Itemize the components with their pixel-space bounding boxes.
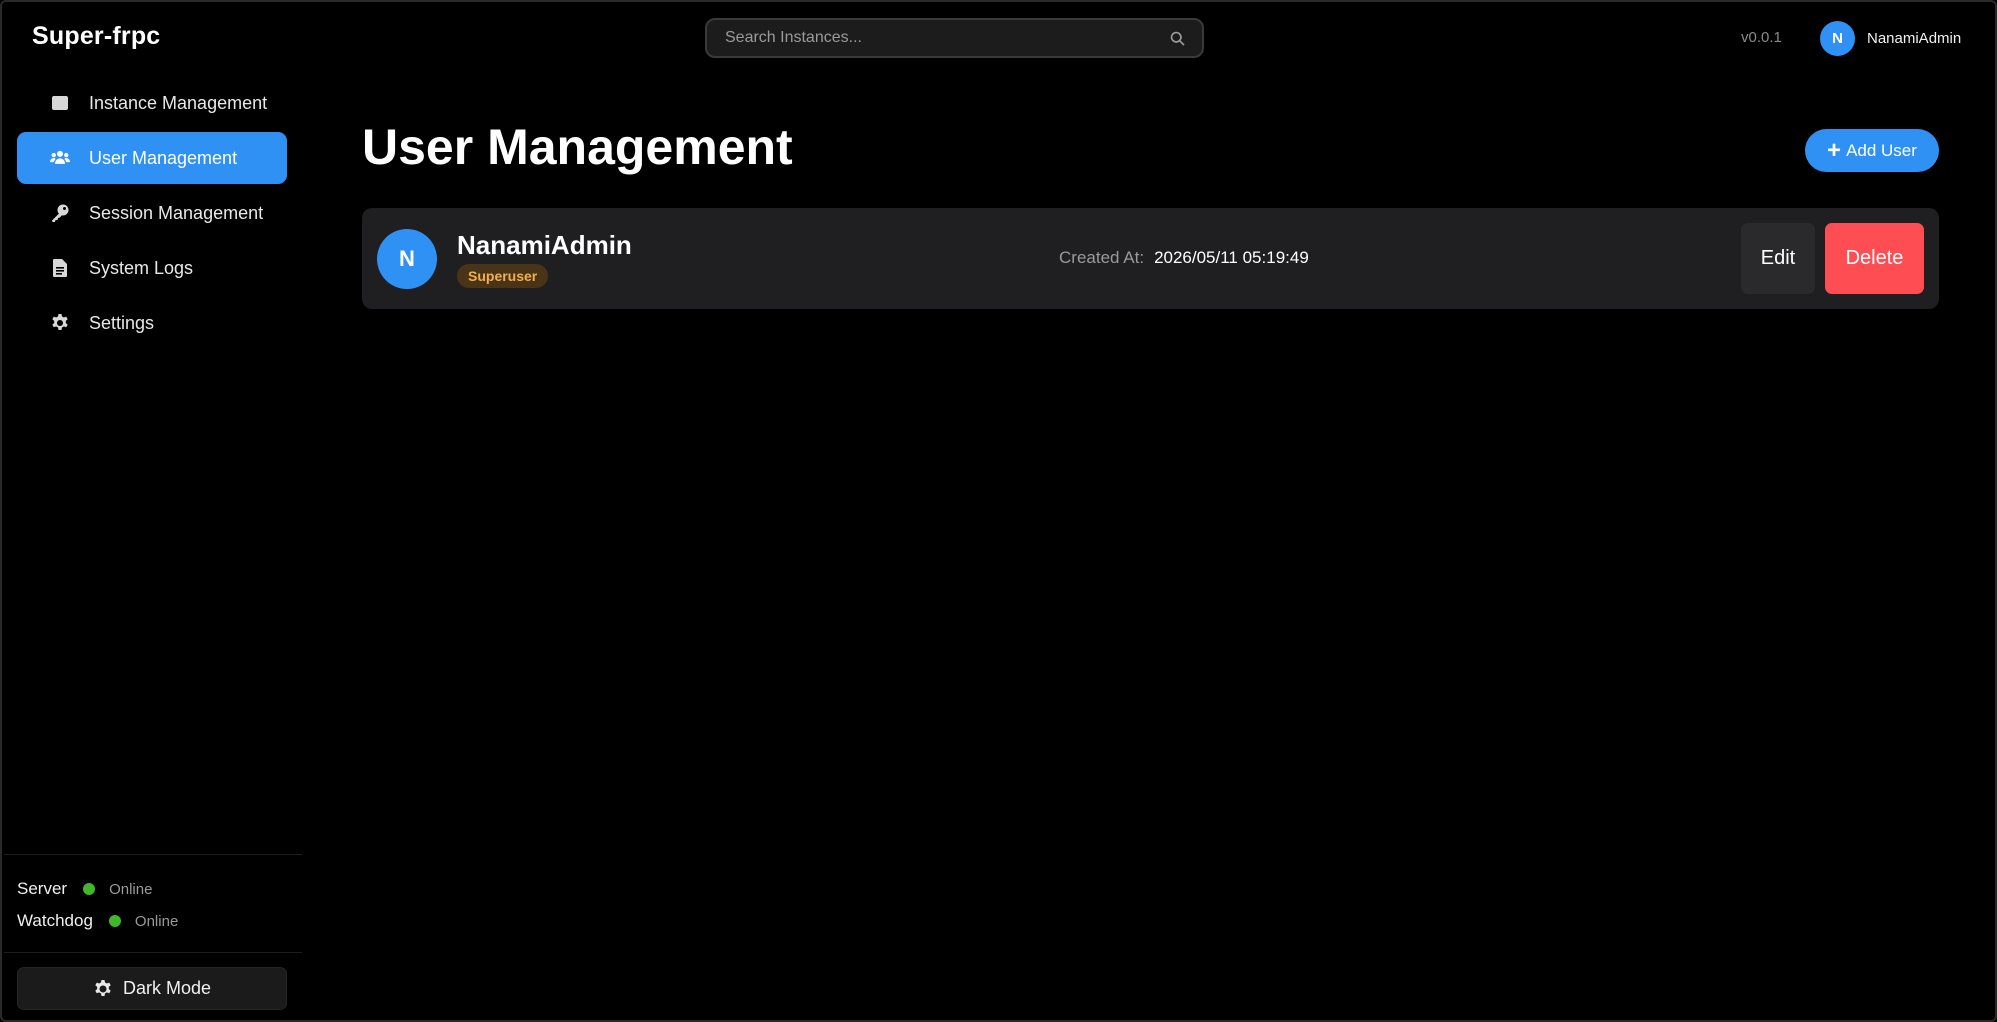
delete-button[interactable]: Delete [1825, 223, 1924, 294]
sidebar-item-user-management[interactable]: User Management [17, 132, 287, 184]
search-bar [705, 18, 1204, 58]
sidebar-item-session-management[interactable]: Session Management [17, 187, 287, 239]
created-at-value: 2026/05/11 05:19:49 [1154, 248, 1309, 267]
sidebar-nav: Instance Management User Management Sess… [17, 77, 287, 352]
user-menu[interactable]: N NanamiAdmin [1820, 21, 1961, 56]
username: NanamiAdmin [1867, 30, 1962, 47]
database-icon [49, 92, 71, 114]
watchdog-status: Watchdog Online [4, 905, 302, 937]
add-user-button[interactable]: + Add User [1805, 129, 1939, 172]
status-dot-icon [108, 915, 121, 927]
sidebar-item-instance-management[interactable]: Instance Management [17, 77, 287, 129]
avatar: N [1820, 21, 1855, 56]
dark-mode-toggle[interactable]: Dark Mode [17, 967, 287, 1010]
status-label: Watchdog [17, 911, 93, 930]
sidebar-item-system-logs[interactable]: System Logs [17, 242, 287, 294]
avatar: N [377, 229, 437, 289]
created-at-label: Created At: [1059, 248, 1145, 267]
status-value: Online [109, 880, 153, 898]
user-card: N NanamiAdmin Superuser Created At: 2026… [362, 208, 1939, 309]
app-window: Super-frpc Instance Management User Mana… [0, 0, 1997, 1022]
sidebar: Super-frpc Instance Management User Mana… [4, 4, 302, 1022]
service-status: Server Online Watchdog Online [4, 854, 302, 937]
divider [4, 952, 302, 953]
page-title: User Management [362, 119, 793, 175]
gear-icon [95, 979, 111, 996]
sidebar-item-label: Settings [89, 312, 155, 333]
user-name: NanamiAdmin [457, 230, 632, 260]
file-text-icon [49, 257, 71, 279]
search-icon[interactable] [1169, 30, 1186, 47]
status-label: Server [17, 879, 68, 898]
users-icon [49, 147, 71, 169]
role-badge: Superuser [457, 264, 549, 288]
sidebar-item-label: Instance Management [89, 92, 268, 113]
sidebar-item-label: User Management [89, 147, 238, 168]
status-value: Online [134, 912, 179, 930]
edit-button[interactable]: Edit [1741, 223, 1815, 294]
brand-logo: Super-frpc [32, 22, 161, 50]
search-input[interactable] [725, 29, 1169, 47]
sidebar-item-label: System Logs [89, 257, 194, 278]
sidebar-item-settings[interactable]: Settings [17, 297, 287, 349]
gear-icon [49, 312, 71, 334]
created-at: Created At: 2026/05/11 05:19:49 [1059, 248, 1309, 268]
status-dot-icon [83, 883, 96, 895]
add-user-label: Add User [1846, 140, 1917, 160]
dark-mode-label: Dark Mode [122, 978, 212, 998]
server-status: Server Online [4, 873, 302, 905]
plus-icon: + [1827, 136, 1842, 164]
version-label: v0.0.1 [1741, 29, 1782, 46]
key-icon [49, 202, 71, 224]
sidebar-item-label: Session Management [89, 202, 264, 223]
